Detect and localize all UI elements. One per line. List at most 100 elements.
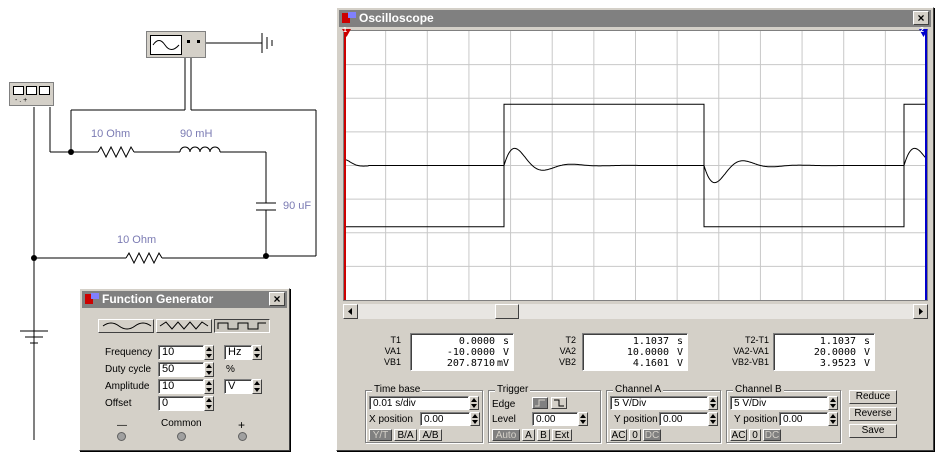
falling-edge-button[interactable] (551, 397, 567, 409)
duty-cycle-input[interactable]: 50 (158, 362, 204, 377)
c1-label: 90 uF (283, 200, 312, 212)
rising-edge-button[interactable] (532, 397, 548, 409)
minus-terminal[interactable] (117, 432, 126, 441)
readout-label: VB1 (383, 357, 401, 367)
amplitude-spinner[interactable] (204, 379, 214, 394)
cursor-1-marker[interactable]: 1 (342, 27, 351, 38)
channel-a-scale-input[interactable]: 5 V/Div (610, 396, 708, 410)
falling-edge-icon (554, 399, 564, 407)
channel-b-ypos-spinner[interactable] (828, 412, 838, 426)
scroll-thumb[interactable] (495, 304, 519, 319)
frequency-spinner[interactable] (204, 345, 214, 360)
cursor-2-marker[interactable]: 2 (919, 27, 928, 38)
readout-right-labels: T2-T1 VA2-VA1 VB2-VB1 (717, 335, 769, 368)
common-terminal[interactable] (177, 432, 186, 441)
offset-input[interactable]: 0 (158, 396, 204, 411)
readout-right: 1.1037 s 20.0000 V 3.9523 V (773, 333, 875, 371)
t1-unit: s (502, 336, 509, 347)
mode-yt-button[interactable]: Y/T (369, 429, 392, 441)
reduce-button[interactable]: Reduce (849, 390, 897, 404)
trigger-a-button[interactable]: A (522, 429, 535, 441)
r1-label: 10 Ohm (91, 128, 131, 140)
arrow-right-icon (919, 308, 923, 315)
t1-value: 0.0000 (458, 336, 495, 347)
t2-value: 1.1037 (632, 336, 669, 347)
frequency-unit-select[interactable]: Hz (224, 345, 252, 360)
readout-label: VA2 (559, 346, 576, 356)
trigger-ext-button[interactable]: Ext (552, 429, 572, 441)
amplitude-unit-select[interactable]: V (224, 379, 252, 394)
scroll-left-button[interactable] (343, 304, 358, 319)
r2-label: 10 Ohm (117, 234, 157, 246)
dva-value: 20.0000 (813, 347, 856, 358)
level-input[interactable]: 0.00 (532, 412, 578, 426)
trigger-b-button[interactable]: B (537, 429, 550, 441)
channel-a-ypos-spinner[interactable] (708, 412, 718, 426)
plus-terminal[interactable] (238, 432, 247, 441)
channel-b-ypos-label: Y position (734, 414, 778, 425)
common-terminal-label: Common (161, 418, 202, 429)
timebase-spinner[interactable] (469, 396, 479, 410)
dt-value: 1.1037 (819, 336, 856, 347)
save-button[interactable]: Save (849, 424, 897, 438)
readout-mid-labels: T2 VA2 VB2 (550, 335, 576, 368)
trigger-group: Trigger Edge Level 0.00 Auto A B Ext (488, 384, 601, 443)
xpos-spinner[interactable] (470, 412, 480, 426)
channel-a-ac-button[interactable]: AC (610, 429, 627, 441)
va1-value: -10.0000 (446, 347, 495, 358)
dt-unit: s (863, 336, 870, 347)
level-spinner[interactable] (578, 412, 588, 426)
frequency-unit-spinner[interactable] (252, 345, 262, 360)
xpos-input[interactable]: 0.00 (420, 412, 470, 426)
scope-display (343, 30, 928, 301)
oscilloscope-titlebar[interactable]: Oscilloscope × (339, 10, 931, 27)
amplitude-input[interactable]: 10 (158, 379, 204, 394)
duty-cycle-label: Duty cycle (105, 364, 152, 375)
timebase-input[interactable]: 0.01 s/div (369, 396, 469, 410)
cursor-1-marker-label: 1 (343, 27, 347, 34)
readout-label: VB2 (558, 357, 576, 367)
mode-ba-button[interactable]: B/A (394, 429, 417, 441)
xpos-label: X position (369, 414, 413, 425)
readout-label: T2-T1 (744, 335, 769, 345)
channel-b-ypos-input[interactable]: 0.00 (779, 412, 828, 426)
vb2-value: 4.1601 (632, 358, 669, 369)
close-icon[interactable]: × (269, 292, 285, 306)
edge-label: Edge (492, 399, 516, 410)
square-wave-button[interactable] (214, 319, 270, 333)
channel-a-scale-spinner[interactable] (708, 396, 718, 410)
channel-b-scale-input[interactable]: 5 V/Div (730, 396, 828, 410)
sine-wave-button[interactable] (98, 319, 154, 333)
triangle-wave-button[interactable] (156, 319, 212, 333)
offset-spinner[interactable] (204, 396, 214, 411)
amplitude-unit-spinner[interactable] (252, 379, 262, 394)
scope-plot (344, 31, 928, 300)
channel-a-group: Channel A 5 V/Div Y position 0.00 AC 0 D… (606, 384, 721, 443)
mode-ab-button[interactable]: A/B (419, 429, 442, 441)
channel-b-ac-button[interactable]: AC (730, 429, 747, 441)
dvb-value: 3.9523 (819, 358, 856, 369)
reverse-button[interactable]: Reverse (849, 407, 897, 421)
scroll-right-button[interactable] (913, 304, 928, 319)
channel-b-dc-button[interactable]: DC (763, 429, 781, 441)
function-generator-titlebar[interactable]: Function Generator × (82, 291, 287, 308)
channel-a-dc-button[interactable]: DC (643, 429, 661, 441)
channel-b-zero-button[interactable]: 0 (749, 429, 761, 441)
timebase-label: Time base (372, 384, 423, 395)
triangle-wave-icon (159, 321, 209, 330)
frequency-input[interactable]: 10 (158, 345, 204, 360)
function-generator-instrument-icon[interactable]: - . + (9, 82, 54, 106)
channel-a-zero-button[interactable]: 0 (629, 429, 641, 441)
horizontal-scrollbar[interactable] (343, 304, 928, 319)
channel-a-ypos-input[interactable]: 0.00 (659, 412, 708, 426)
offset-label: Offset (105, 398, 132, 409)
duty-cycle-spinner[interactable] (204, 362, 214, 377)
close-icon[interactable]: × (913, 11, 929, 25)
frequency-label: Frequency (105, 347, 153, 358)
channel-b-scale-spinner[interactable] (828, 396, 838, 410)
channel-a-label: Channel A (613, 384, 664, 395)
function-generator-title: Function Generator (102, 292, 214, 306)
trigger-auto-button[interactable]: Auto (492, 429, 520, 441)
readout-left: 0.0000 s -10.0000 V 207.8710 mV (410, 333, 514, 371)
oscilloscope-instrument-icon[interactable] (146, 31, 206, 58)
